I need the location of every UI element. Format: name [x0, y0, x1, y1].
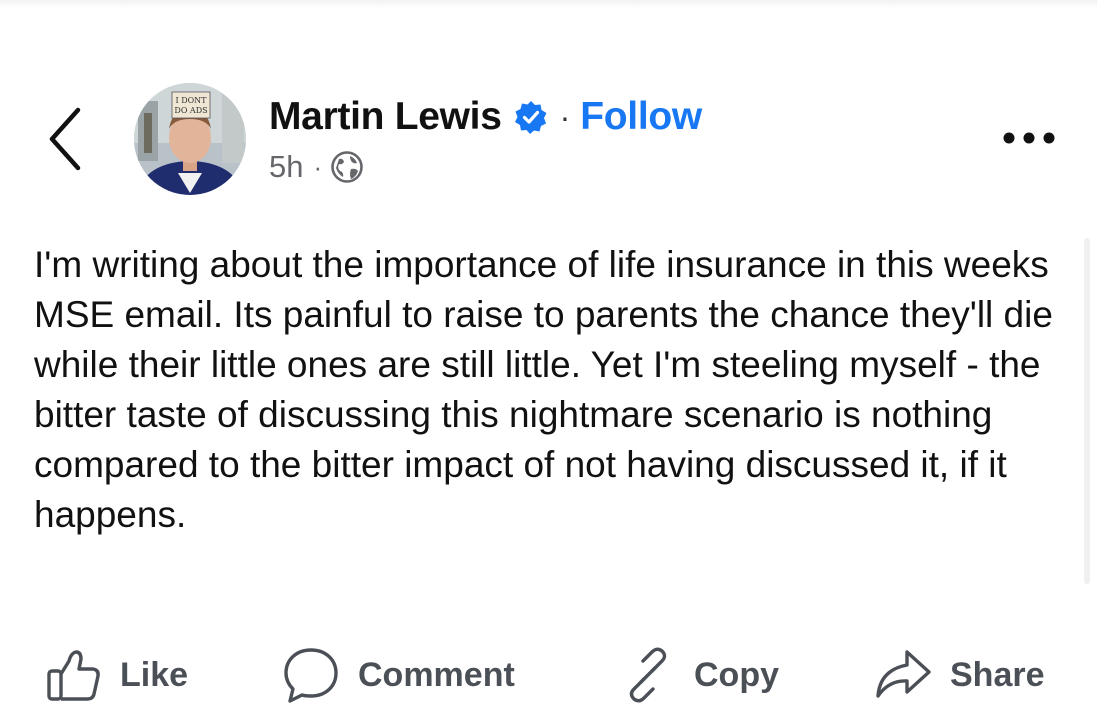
timestamp[interactable]: 5h	[269, 149, 303, 185]
avatar-sign-text: I DONT	[175, 96, 207, 105]
follow-button[interactable]: Follow	[580, 95, 702, 139]
scrollbar-track[interactable]	[1084, 238, 1090, 584]
svg-text:DO ADS: DO ADS	[174, 106, 207, 115]
copy-button[interactable]: Copy	[620, 640, 779, 710]
like-button[interactable]: Like	[46, 640, 188, 710]
back-button[interactable]	[40, 102, 90, 176]
post-text: I'm writing about the importance of life…	[34, 244, 1053, 535]
author-row: Martin Lewis · Follow	[269, 92, 702, 142]
share-button[interactable]: Share	[874, 640, 1045, 710]
profile-photo: I DONT DO ADS	[134, 83, 246, 195]
action-bar: Like Comment Copy Share	[0, 640, 1097, 710]
globe-icon[interactable]	[330, 150, 364, 184]
comment-label: Comment	[358, 655, 515, 694]
share-label: Share	[950, 655, 1045, 694]
top-edge-shadow	[0, 0, 1097, 8]
copy-label: Copy	[694, 655, 779, 694]
verified-badge-icon	[514, 100, 548, 134]
comment-button[interactable]: Comment	[282, 640, 515, 710]
thumbs-up-icon	[47, 650, 100, 701]
more-options-icon	[1003, 132, 1055, 144]
avatar[interactable]: I DONT DO ADS	[134, 83, 246, 195]
share-arrow-icon	[876, 650, 931, 698]
like-label: Like	[120, 655, 189, 694]
comment-bubble-icon	[284, 648, 338, 703]
more-options-button[interactable]	[996, 118, 1062, 158]
chevron-left-icon	[49, 107, 81, 171]
link-icon	[629, 647, 667, 703]
post-meta: 5h ·	[269, 147, 364, 187]
separator-dot: ·	[559, 98, 571, 135]
meta-separator-dot: ·	[313, 151, 323, 182]
author-name[interactable]: Martin Lewis	[269, 95, 502, 139]
